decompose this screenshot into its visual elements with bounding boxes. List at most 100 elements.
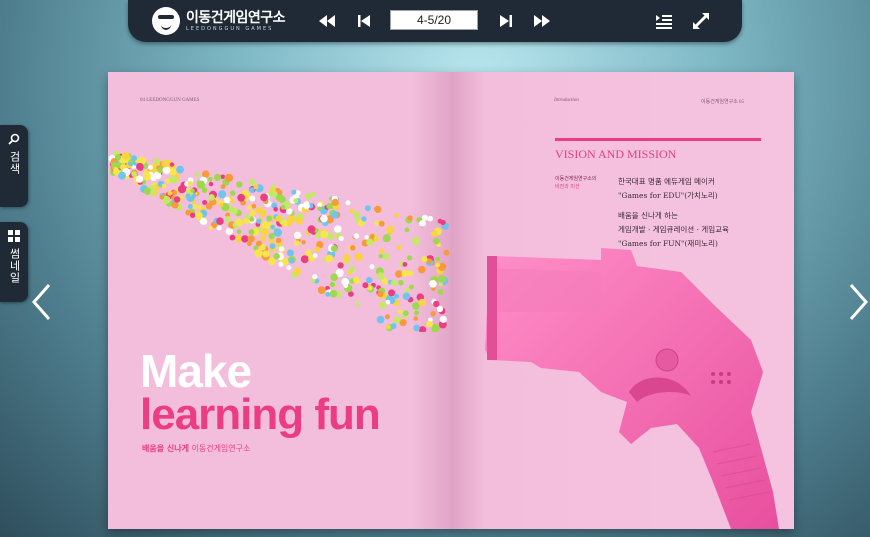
thumbnail-tab[interactable]: 썸네일 bbox=[0, 222, 28, 302]
sprinkle bbox=[150, 189, 156, 196]
sprinkle bbox=[378, 220, 385, 227]
tagline: 배움을 신나게 이동건게임연구소 bbox=[142, 443, 250, 454]
sprinkle bbox=[349, 245, 356, 251]
sprinkle bbox=[338, 236, 344, 241]
sprinkle bbox=[325, 254, 334, 263]
tagline-rest: 이동건게임연구소 bbox=[188, 444, 251, 453]
last-page-button[interactable] bbox=[532, 11, 552, 31]
grid-icon bbox=[8, 230, 20, 242]
double-chevron-left-icon bbox=[319, 15, 335, 27]
sprinkle bbox=[224, 173, 234, 182]
sprinkle bbox=[273, 207, 278, 212]
sprinkle bbox=[376, 272, 385, 280]
sprinkle bbox=[437, 289, 444, 295]
sprinkle bbox=[230, 198, 235, 204]
sprinkle bbox=[185, 209, 192, 216]
pink-gun-illustration bbox=[485, 248, 779, 529]
sprinkle bbox=[404, 227, 410, 233]
sprinkle bbox=[234, 235, 243, 243]
sprinkle bbox=[273, 228, 282, 237]
sprinkle bbox=[361, 216, 367, 222]
sprinkle bbox=[268, 190, 276, 198]
sprinkle bbox=[382, 234, 391, 243]
sprinkle bbox=[402, 262, 408, 267]
left-page[interactable]: 04 LEEDONGGUN GAMES Make learning fun 배움… bbox=[108, 72, 451, 529]
table-of-contents-button[interactable] bbox=[654, 11, 674, 31]
sprinkle bbox=[320, 214, 328, 223]
sprinkle bbox=[270, 224, 275, 230]
sprinkle bbox=[230, 190, 236, 196]
sprinkle bbox=[269, 243, 276, 250]
sprinkle bbox=[353, 233, 360, 239]
sprinkle bbox=[305, 249, 312, 256]
sprinkle bbox=[317, 286, 326, 294]
sprinkle bbox=[426, 320, 433, 328]
sprinkle bbox=[254, 249, 263, 258]
sprinkle bbox=[317, 202, 322, 208]
prev-page-button[interactable] bbox=[354, 11, 374, 31]
sprinkle bbox=[353, 211, 361, 219]
fullscreen-button[interactable] bbox=[691, 11, 711, 31]
sprinkle bbox=[202, 200, 208, 205]
sprinkle bbox=[208, 225, 213, 231]
sprinkle bbox=[418, 265, 426, 274]
sprinkle bbox=[435, 262, 441, 268]
first-page-button[interactable] bbox=[317, 11, 337, 31]
sprinkle bbox=[383, 253, 390, 260]
sprinkle bbox=[218, 202, 224, 208]
sprinkle bbox=[413, 316, 418, 321]
sprinkle bbox=[325, 291, 331, 297]
sprinkle bbox=[331, 211, 339, 219]
sprinkle bbox=[431, 230, 438, 237]
prev-spread-arrow[interactable] bbox=[30, 282, 52, 322]
sprinkle bbox=[301, 240, 306, 245]
sprinkle bbox=[197, 204, 203, 210]
right-page[interactable]: Introduction 이동건게임연구소 05 VISION AND MISS… bbox=[451, 72, 794, 529]
sprinkle bbox=[393, 316, 401, 324]
chevron-left-icon bbox=[31, 284, 51, 320]
sprinkle bbox=[258, 209, 267, 217]
sprinkle bbox=[293, 198, 299, 204]
next-page-button[interactable] bbox=[496, 11, 516, 31]
expand-icon bbox=[693, 13, 709, 29]
sprinkle bbox=[289, 258, 295, 264]
sprinkle bbox=[249, 195, 256, 202]
sprinkle bbox=[384, 314, 390, 320]
sprinkle bbox=[413, 324, 420, 332]
sprinkle bbox=[268, 238, 275, 244]
sprinkle bbox=[431, 324, 440, 332]
thumbnail-tab-label: 썸네일 bbox=[8, 248, 21, 284]
sprinkle bbox=[364, 235, 369, 240]
sprinkle bbox=[169, 175, 178, 184]
sprinkle bbox=[293, 231, 302, 240]
page-indicator-input[interactable] bbox=[390, 10, 478, 30]
sprinkle bbox=[213, 173, 222, 181]
sprinkle bbox=[220, 174, 225, 180]
sprinkle bbox=[291, 189, 297, 195]
sprinkle bbox=[277, 189, 283, 195]
sprinkle bbox=[440, 219, 446, 226]
sprinkle bbox=[394, 213, 399, 218]
sprinkle bbox=[331, 198, 339, 206]
sprinkle bbox=[396, 245, 402, 251]
brand-logo[interactable]: 이동건게임연구소 LEEDONGGUN GAMES bbox=[152, 6, 286, 36]
sprinkle bbox=[317, 206, 322, 212]
sprinkle bbox=[169, 162, 175, 167]
sprinkle bbox=[398, 279, 404, 286]
sprinkle bbox=[293, 267, 302, 276]
sprinkle bbox=[236, 229, 242, 234]
sprinkle bbox=[438, 282, 443, 287]
next-spread-arrow[interactable] bbox=[848, 282, 870, 322]
sprinkle bbox=[406, 330, 412, 332]
sprinkle bbox=[275, 237, 282, 244]
sprinkle bbox=[187, 181, 193, 186]
sprinkle bbox=[429, 280, 437, 288]
sprinkle bbox=[295, 217, 303, 225]
sprinkle bbox=[386, 324, 391, 330]
sprinkle bbox=[407, 215, 413, 221]
sprinkle bbox=[315, 232, 322, 239]
search-tab[interactable]: 검색 bbox=[0, 125, 28, 207]
tagline-strong: 배움을 신나게 bbox=[142, 444, 189, 453]
sprinkle bbox=[403, 310, 409, 317]
sprinkle bbox=[310, 191, 316, 197]
